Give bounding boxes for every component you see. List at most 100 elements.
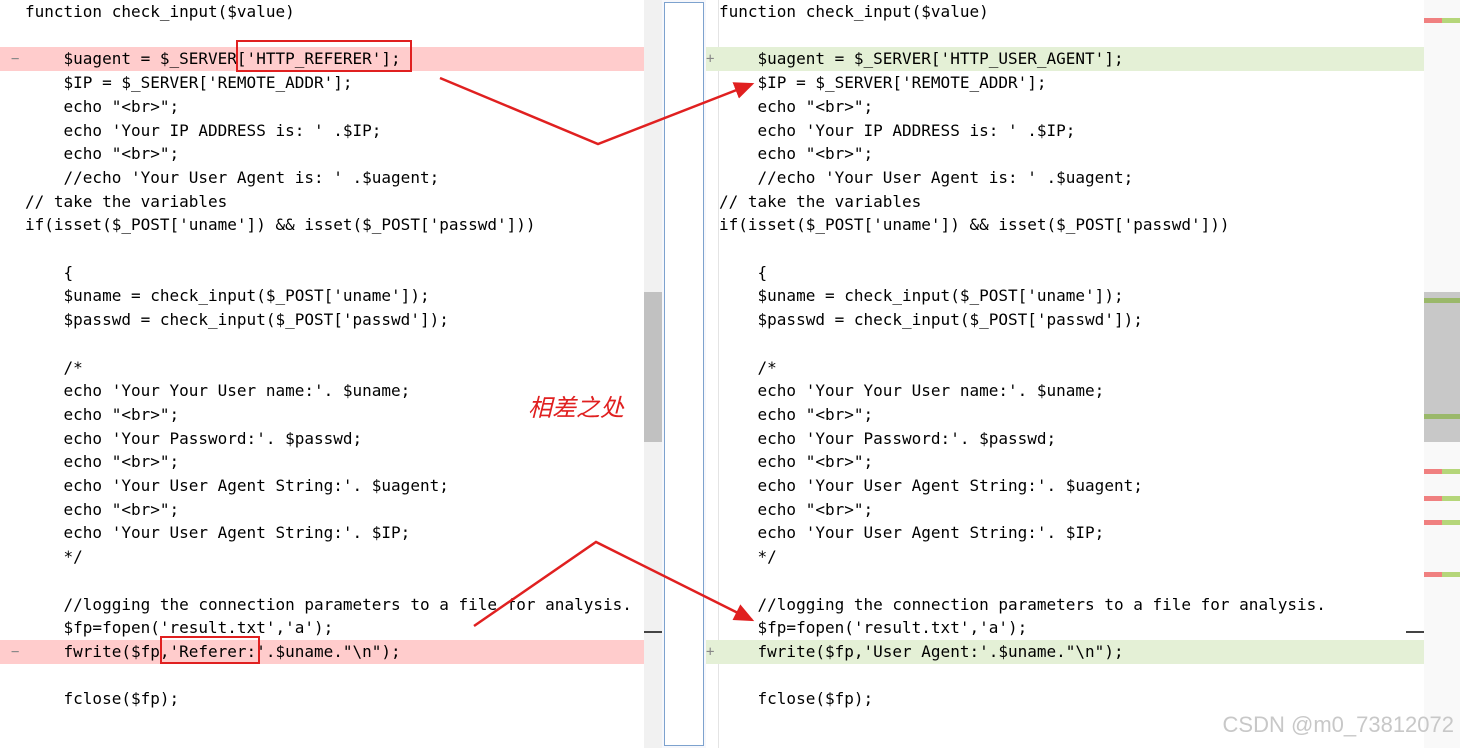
code-text: echo "<br>"; bbox=[25, 404, 180, 424]
code-text: */ bbox=[25, 547, 83, 567]
code-line: */ bbox=[0, 545, 662, 569]
overview-viewport-thumb[interactable] bbox=[1424, 292, 1460, 442]
code-text: echo 'Your User Agent String:'. $uagent; bbox=[25, 476, 449, 495]
code-line: function check_input($value) bbox=[0, 0, 662, 24]
overview-change-marker bbox=[1442, 18, 1460, 23]
code-text: echo 'Your Password:'. $passwd; bbox=[25, 428, 363, 448]
right-scroll-position-marker bbox=[1406, 631, 1424, 633]
code-text: // take the variables bbox=[719, 191, 922, 211]
added-line-marker: + bbox=[706, 51, 715, 68]
code-line: + fwrite($fp,'User Agent:'.$uname."\n"); bbox=[706, 639, 1424, 664]
code-line: echo 'Your IP ADDRESS is: ' .$IP; bbox=[706, 119, 1424, 143]
code-line: echo "<br>"; bbox=[0, 450, 662, 474]
code-text: if(isset($_POST['uname']) && isset($_POS… bbox=[719, 215, 1230, 235]
code-text: echo "<br>"; bbox=[25, 96, 180, 116]
code-text: $passwd = check_input($_POST['passwd']); bbox=[719, 310, 1143, 330]
left-scrollbar[interactable] bbox=[644, 0, 662, 748]
code-line: // take the variables bbox=[706, 190, 1424, 214]
code-text: echo "<br>"; bbox=[719, 404, 874, 424]
code-line: echo "<br>"; bbox=[0, 95, 662, 119]
code-line: $uname = check_input($_POST['uname']); bbox=[0, 284, 662, 308]
code-line: //logging the connection parameters to a… bbox=[0, 593, 662, 617]
code-text: echo "<br>"; bbox=[25, 452, 180, 472]
diff-connector-box bbox=[664, 2, 704, 746]
code-line: echo 'Your User Agent String:'. $IP; bbox=[0, 521, 662, 545]
code-text: echo 'Your User Agent String:'. $IP; bbox=[25, 523, 411, 543]
overview-change-marker bbox=[1442, 520, 1460, 525]
code-text: //logging the connection parameters to a… bbox=[25, 594, 632, 614]
overview-change-marker bbox=[1424, 414, 1442, 419]
code-line: //echo 'Your User Agent is: ' .$uagent; bbox=[0, 166, 662, 190]
added-line-marker: + bbox=[706, 643, 715, 660]
code-line: $fp=fopen('result.txt','a'); bbox=[0, 616, 662, 640]
code-line: { bbox=[0, 261, 662, 285]
code-line: echo "<br>"; bbox=[706, 450, 1424, 474]
code-text: echo 'Your User Agent String:'. $IP; bbox=[719, 523, 1105, 543]
code-text: echo "<br>"; bbox=[719, 452, 874, 472]
code-line: echo 'Your IP ADDRESS is: ' .$IP; bbox=[0, 119, 662, 143]
code-line: echo "<br>"; bbox=[706, 498, 1424, 522]
code-text: fclose($fp); bbox=[719, 689, 874, 709]
code-text: // take the variables bbox=[25, 191, 228, 211]
code-line: $passwd = check_input($_POST['passwd']); bbox=[0, 308, 662, 332]
right-diff-pane[interactable]: function check_input($value) + $uagent = … bbox=[706, 0, 1424, 748]
overview-change-marker bbox=[1424, 18, 1442, 23]
overview-change-marker bbox=[1442, 572, 1460, 577]
code-line: − fwrite($fp,'Referer:'.$uname."\n"); bbox=[0, 639, 662, 664]
code-text: //logging the connection parameters to a… bbox=[719, 594, 1326, 614]
code-line: fclose($fp); bbox=[0, 687, 662, 711]
code-line: echo 'Your Password:'. $passwd; bbox=[706, 427, 1424, 451]
code-line: //echo 'Your User Agent is: ' .$uagent; bbox=[706, 166, 1424, 190]
code-text: $IP = $_SERVER['REMOTE_ADDR']; bbox=[25, 73, 353, 93]
overview-change-marker bbox=[1424, 520, 1442, 525]
code-line: echo "<br>"; bbox=[706, 142, 1424, 166]
code-text: echo 'Your Your User name:'. $uname; bbox=[719, 381, 1105, 401]
code-line: if(isset($_POST['uname']) && isset($_POS… bbox=[0, 213, 662, 237]
code-line: /* bbox=[706, 356, 1424, 380]
overview-change-marker bbox=[1442, 496, 1460, 501]
deleted-line-marker: − bbox=[11, 643, 20, 660]
code-line: echo 'Your User Agent String:'. $IP; bbox=[706, 521, 1424, 545]
overview-change-marker bbox=[1442, 469, 1460, 474]
code-text: if(isset($_POST['uname']) && isset($_POS… bbox=[25, 215, 536, 235]
code-text: $uname = check_input($_POST['uname']); bbox=[719, 286, 1124, 306]
left-scrollbar-thumb[interactable] bbox=[644, 292, 662, 442]
diff-overview-ruler[interactable] bbox=[1424, 0, 1460, 748]
code-line: $fp=fopen('result.txt','a'); bbox=[706, 616, 1424, 640]
code-line: if(isset($_POST['uname']) && isset($_POS… bbox=[706, 213, 1424, 237]
left-diff-pane[interactable]: function check_input($value) − $uagent = … bbox=[0, 0, 662, 748]
code-text: echo "<br>"; bbox=[25, 499, 180, 519]
code-line: //logging the connection parameters to a… bbox=[706, 593, 1424, 617]
code-text: //echo 'Your User Agent is: ' .$uagent; bbox=[719, 167, 1134, 187]
code-text: fclose($fp); bbox=[25, 689, 180, 709]
code-line: $IP = $_SERVER['REMOTE_ADDR']; bbox=[0, 71, 662, 95]
highlight-box-http-referer bbox=[236, 40, 412, 72]
overview-change-marker bbox=[1424, 469, 1442, 474]
code-text: echo 'Your Password:'. $passwd; bbox=[719, 428, 1057, 448]
code-line: + $uagent = $_SERVER['HTTP_USER_AGENT']; bbox=[706, 47, 1424, 72]
code-text: /* bbox=[25, 357, 83, 377]
code-text: /* bbox=[719, 357, 777, 377]
code-line: echo 'Your User Agent String:'. $uagent; bbox=[706, 474, 1424, 498]
code-text: $uname = check_input($_POST['uname']); bbox=[25, 286, 430, 306]
code-line: */ bbox=[706, 545, 1424, 569]
code-line: echo "<br>"; bbox=[0, 498, 662, 522]
code-line: echo "<br>"; bbox=[706, 95, 1424, 119]
code-text: echo "<br>"; bbox=[25, 144, 180, 164]
overview-change-marker bbox=[1424, 572, 1442, 577]
code-text: function check_input($value) bbox=[719, 2, 989, 21]
left-scroll-position-marker bbox=[644, 631, 662, 633]
code-text: function check_input($value) bbox=[25, 2, 295, 21]
code-line: // take the variables bbox=[0, 190, 662, 214]
code-text: { bbox=[719, 262, 768, 282]
code-line: { bbox=[706, 261, 1424, 285]
code-line: echo "<br>"; bbox=[706, 403, 1424, 427]
code-text: $IP = $_SERVER['REMOTE_ADDR']; bbox=[719, 73, 1047, 93]
